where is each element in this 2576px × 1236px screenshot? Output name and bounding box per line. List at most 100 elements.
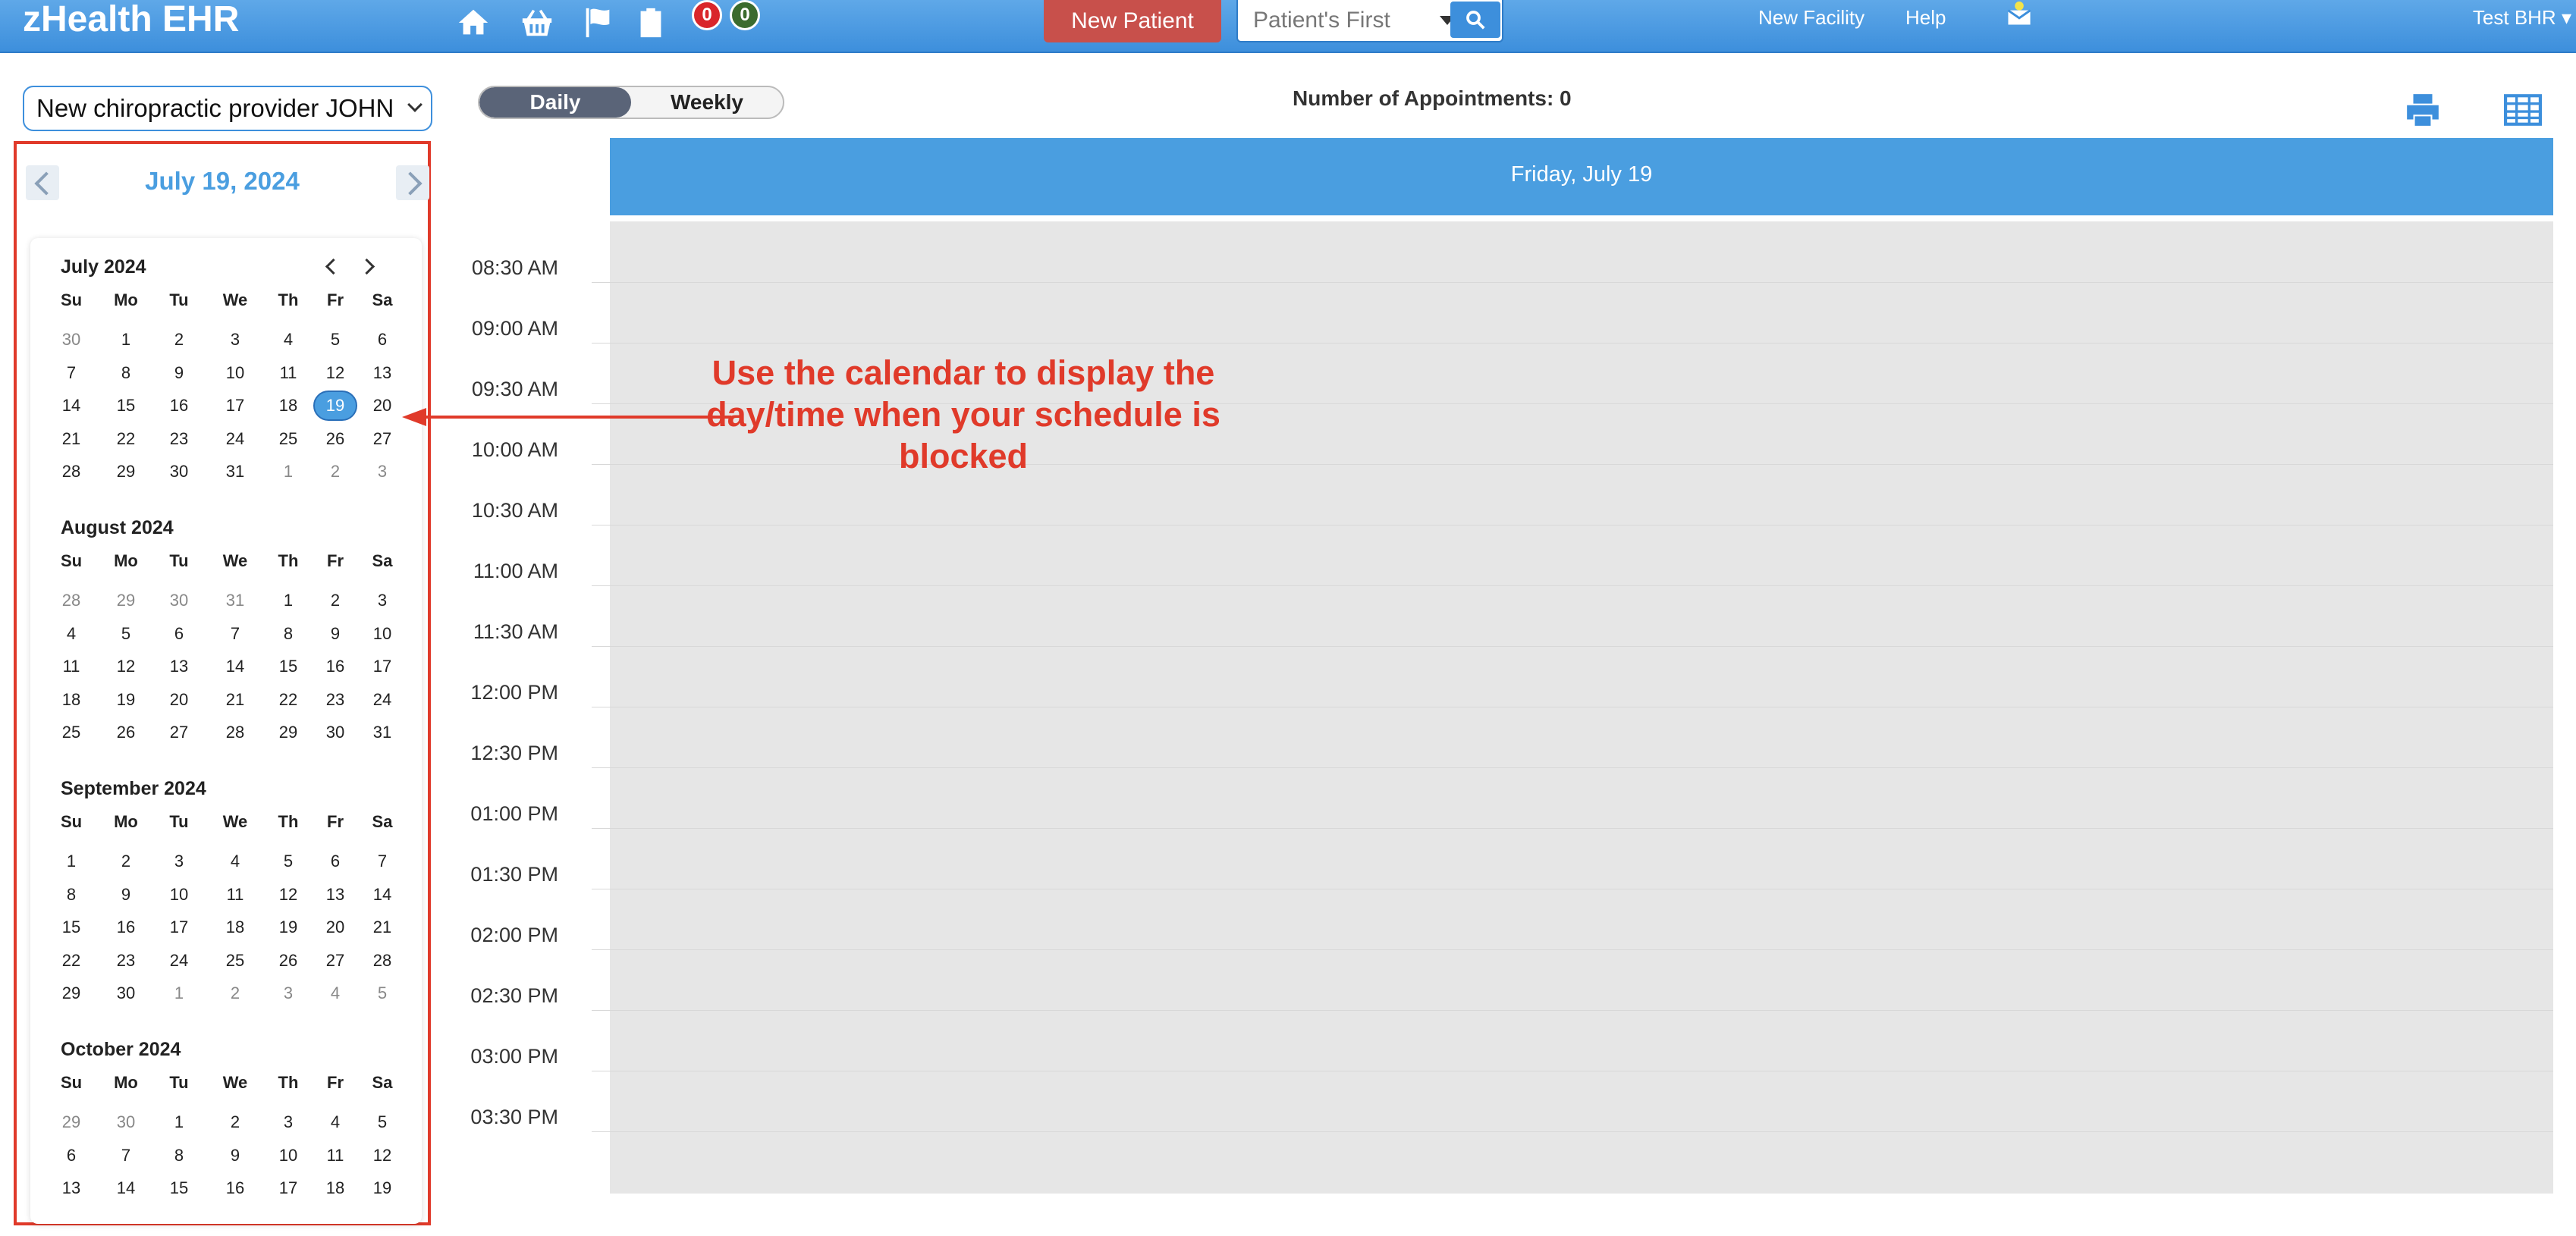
calendar-day[interactable]: 3	[212, 323, 258, 356]
calendar-day[interactable]: 6	[49, 1139, 94, 1172]
calendar-day[interactable]: 30	[49, 323, 94, 356]
calendar-day[interactable]: 17	[360, 650, 405, 682]
calendar-day[interactable]: 30	[313, 716, 358, 748]
calendar-day[interactable]: 5	[360, 977, 405, 1009]
calendar-day[interactable]: 19	[265, 911, 311, 943]
calendar-day[interactable]: 21	[49, 422, 94, 455]
calendar-day[interactable]: 25	[265, 422, 311, 455]
calendar-day[interactable]: 7	[49, 356, 94, 389]
new-patient-button[interactable]: New Patient	[1044, 0, 1221, 42]
notification-badge-green[interactable]: 0	[730, 0, 760, 30]
calendar-day[interactable]: 26	[313, 422, 358, 455]
calendar-day[interactable]: 16	[103, 911, 149, 943]
calendar-day[interactable]: 3	[360, 584, 405, 616]
flag-icon[interactable]	[578, 3, 617, 42]
calendar-day[interactable]: 18	[49, 683, 94, 716]
calendar-day[interactable]: 5	[103, 617, 149, 650]
calendar-day[interactable]: 23	[313, 683, 358, 716]
calendar-day[interactable]: 16	[313, 650, 358, 682]
calendar-day[interactable]: 18	[265, 389, 311, 422]
calendar-day[interactable]: 12	[103, 650, 149, 682]
calendar-day[interactable]: 24	[156, 944, 202, 977]
notification-badge-red[interactable]: 0	[692, 0, 722, 30]
calendar-day[interactable]: 31	[360, 716, 405, 748]
calendar-day[interactable]: 29	[103, 584, 149, 616]
calendar-day[interactable]: 4	[313, 977, 358, 1009]
calendar-day[interactable]: 22	[49, 944, 94, 977]
clipboard-icon[interactable]	[631, 3, 671, 42]
calendar-day[interactable]: 5	[313, 323, 358, 356]
calendar-day[interactable]: 27	[156, 716, 202, 748]
daily-view-button[interactable]: Daily	[479, 87, 631, 118]
calendar-day[interactable]: 13	[313, 878, 358, 911]
calendar-day[interactable]: 11	[265, 356, 311, 389]
new-facility-link[interactable]: New Facility	[1758, 6, 1864, 30]
calendar-day[interactable]: 11	[212, 878, 258, 911]
search-button[interactable]	[1450, 2, 1500, 38]
calendar-day[interactable]: 28	[360, 944, 405, 977]
calendar-day[interactable]: 30	[156, 584, 202, 616]
mail-icon[interactable]	[2006, 2, 2033, 26]
calendar-day[interactable]: 24	[212, 422, 258, 455]
calendar-day[interactable]: 2	[103, 845, 149, 877]
calendar-day[interactable]: 8	[156, 1139, 202, 1172]
calendar-day[interactable]: 17	[156, 911, 202, 943]
calendar-day[interactable]: 9	[313, 617, 358, 650]
calendar-day[interactable]: 9	[212, 1139, 258, 1172]
calendar-day[interactable]: 11	[313, 1139, 358, 1172]
calendar-day[interactable]: 28	[49, 584, 94, 616]
calendar-day[interactable]: 20	[360, 389, 405, 422]
calendar-day[interactable]: 2	[313, 455, 358, 488]
next-day-button[interactable]	[396, 165, 429, 200]
calendar-day[interactable]: 29	[49, 977, 94, 1009]
calendar-day[interactable]: 18	[313, 1172, 358, 1204]
calendar-day[interactable]: 6	[360, 323, 405, 356]
calendar-day[interactable]: 4	[212, 845, 258, 877]
calendar-day[interactable]: 2	[156, 323, 202, 356]
calendar-day[interactable]: 24	[360, 683, 405, 716]
calendar-day[interactable]: 23	[103, 944, 149, 977]
calendar-day[interactable]: 1	[265, 584, 311, 616]
home-icon[interactable]	[454, 3, 493, 42]
calendar-day[interactable]: 27	[313, 944, 358, 977]
calendar-day[interactable]: 1	[156, 1106, 202, 1138]
calendar-day[interactable]: 26	[103, 716, 149, 748]
calendar-day[interactable]: 5	[265, 845, 311, 877]
calendar-day[interactable]: 23	[156, 422, 202, 455]
calendar-day[interactable]: 13	[156, 650, 202, 682]
calendar-day[interactable]: 4	[265, 323, 311, 356]
calendar-day[interactable]: 10	[156, 878, 202, 911]
calendar-day[interactable]: 21	[360, 911, 405, 943]
calendar-day[interactable]: 29	[103, 455, 149, 488]
calendar-day[interactable]: 25	[212, 944, 258, 977]
calendar-day[interactable]: 20	[156, 683, 202, 716]
calendar-day[interactable]: 31	[212, 584, 258, 616]
calendar-day[interactable]: 2	[212, 977, 258, 1009]
calendar-day[interactable]: 17	[265, 1172, 311, 1204]
calendar-day[interactable]: 1	[265, 455, 311, 488]
calendar-day[interactable]: 11	[49, 650, 94, 682]
calendar-day[interactable]: 28	[49, 455, 94, 488]
provider-select[interactable]: New chiropractic provider JOHN …	[23, 86, 432, 131]
calendar-day[interactable]: 21	[212, 683, 258, 716]
calendar-day[interactable]: 1	[103, 323, 149, 356]
calendar-day[interactable]: 27	[360, 422, 405, 455]
calendar-day[interactable]: 3	[265, 977, 311, 1009]
calendar-day[interactable]: 10	[212, 356, 258, 389]
calendar-day[interactable]: 3	[265, 1106, 311, 1138]
calendar-day[interactable]: 16	[156, 389, 202, 422]
calendar-day[interactable]: 9	[103, 878, 149, 911]
next-month-button[interactable]	[355, 252, 385, 282]
calendar-day[interactable]: 22	[265, 683, 311, 716]
calendar-day[interactable]: 6	[313, 845, 358, 877]
calendar-day[interactable]: 17	[212, 389, 258, 422]
calendar-day[interactable]: 7	[103, 1139, 149, 1172]
calendar-day[interactable]: 2	[313, 584, 358, 616]
calendar-day[interactable]: 19	[360, 1172, 405, 1204]
calendar-day[interactable]: 3	[360, 455, 405, 488]
help-link[interactable]: Help	[1905, 6, 1946, 30]
calendar-day[interactable]: 25	[49, 716, 94, 748]
calendar-day[interactable]: 13	[49, 1172, 94, 1204]
calendar-day[interactable]: 1	[49, 845, 94, 877]
calendar-day[interactable]: 16	[212, 1172, 258, 1204]
